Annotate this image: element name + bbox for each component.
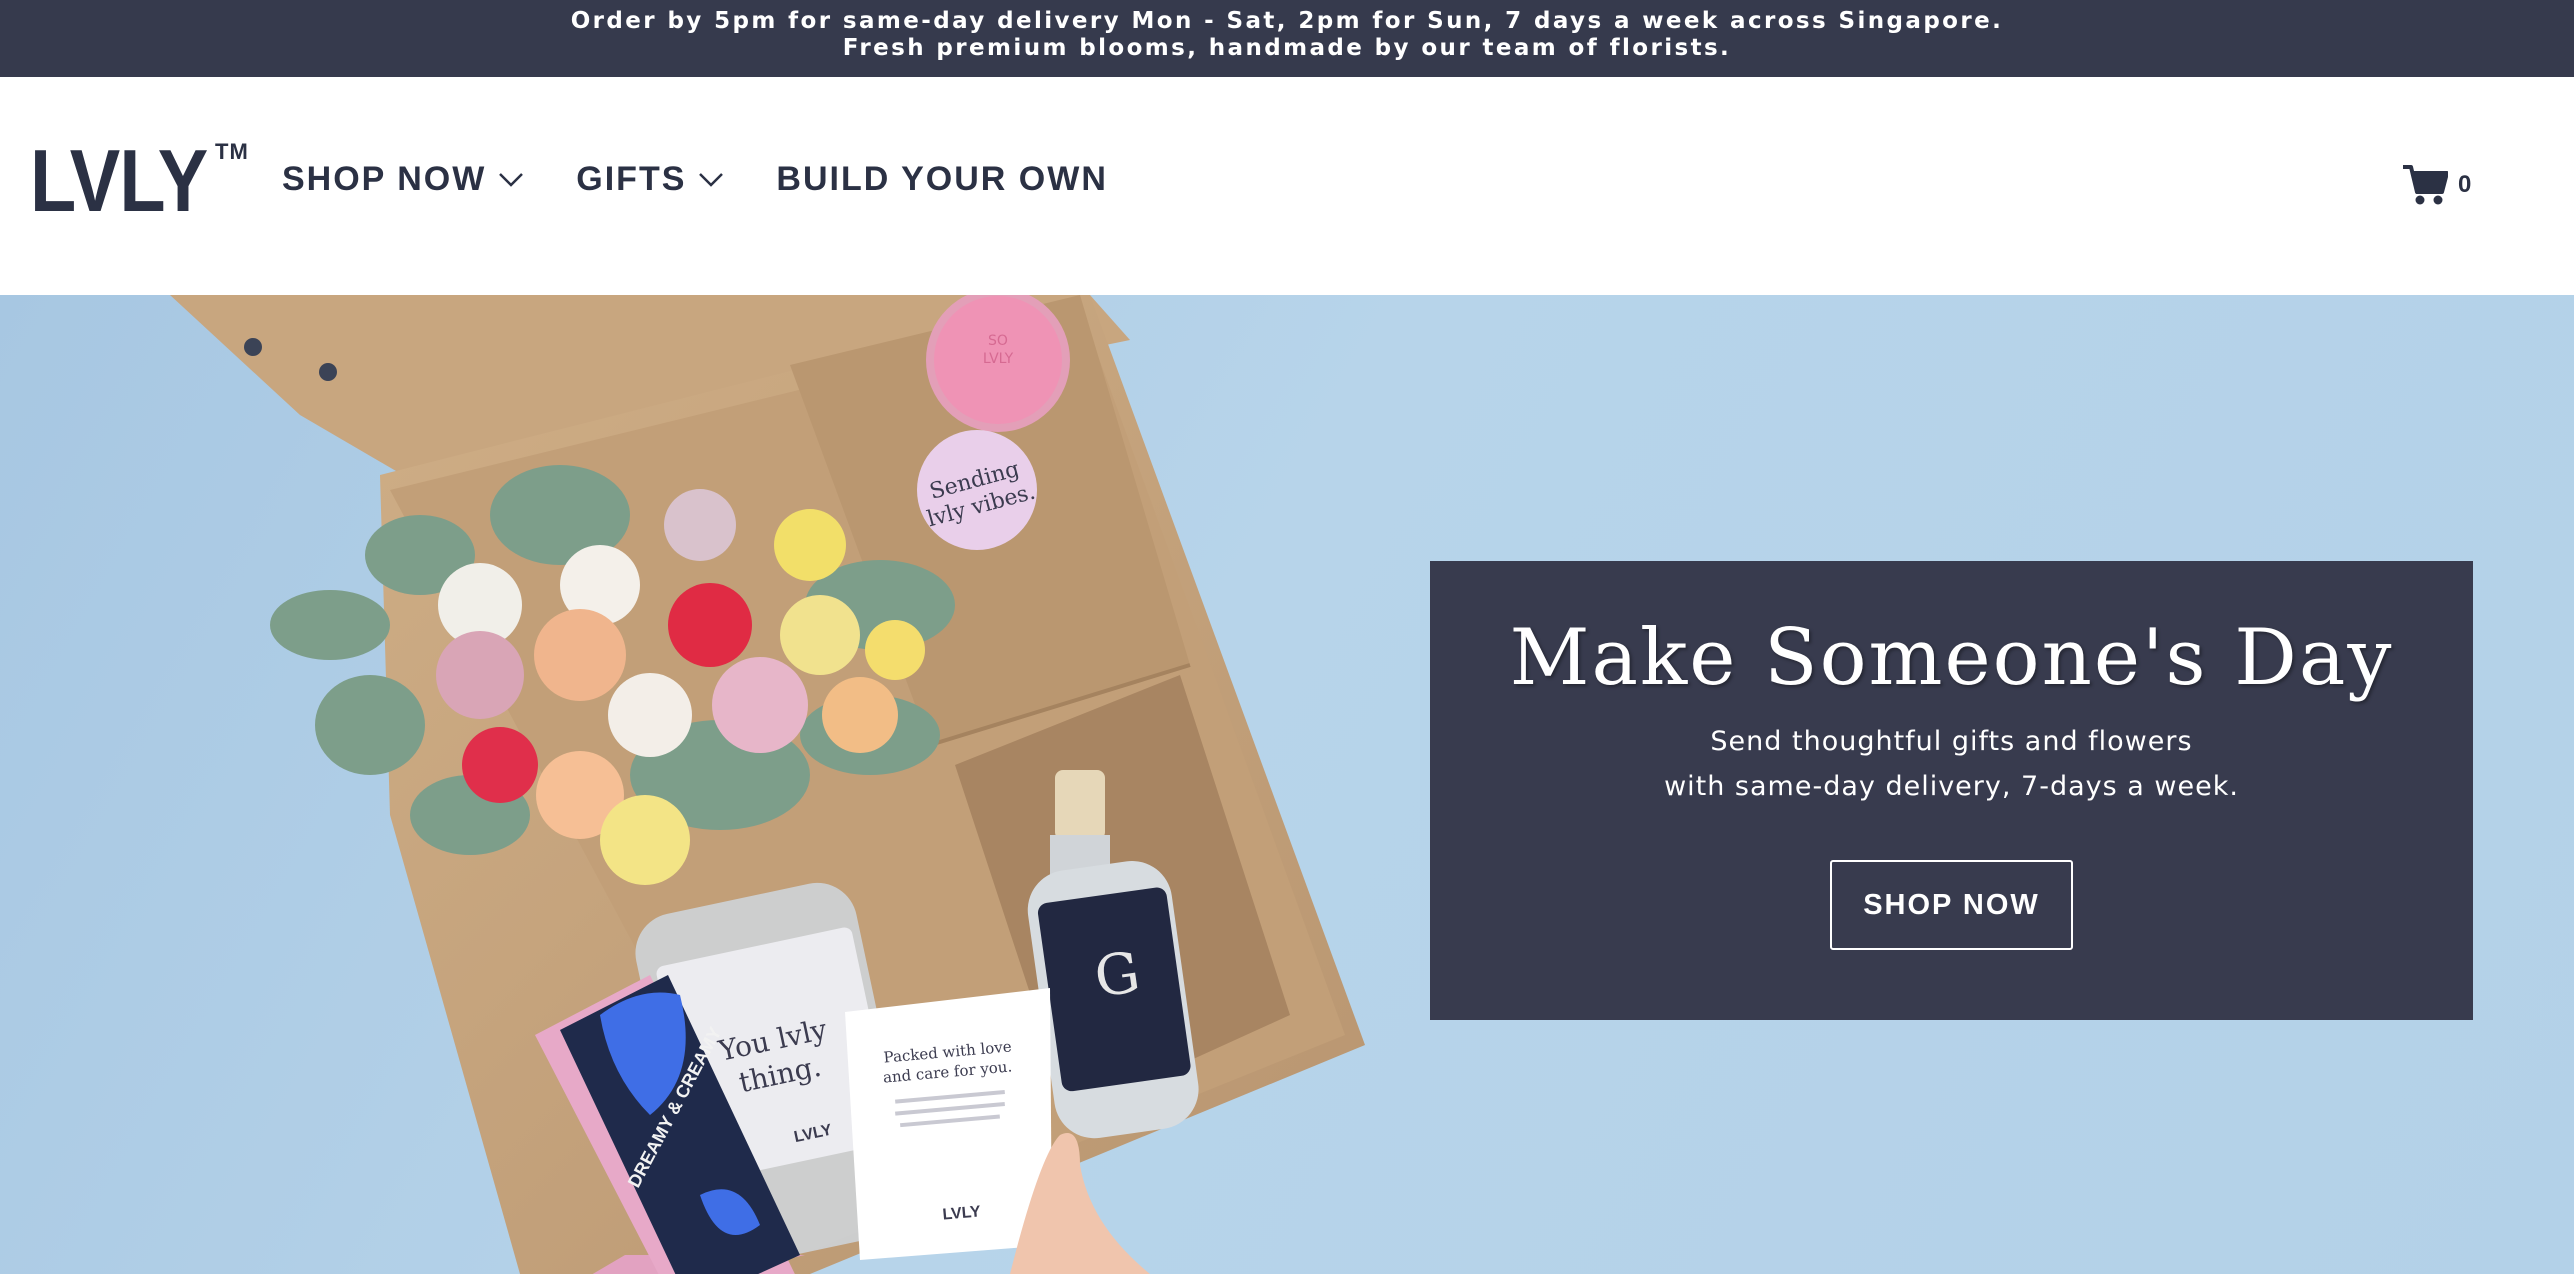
cart-button[interactable]: 0 — [2402, 164, 2471, 206]
main-nav: SHOP NOW GIFTS BUILD YOUR OWN — [282, 160, 1160, 199]
announcement-line-2: Fresh premium blooms, handmade by our te… — [842, 35, 1732, 61]
site-header: LVLY TM SHOP NOW GIFTS BUILD YOUR OWN 0 — [0, 77, 2574, 295]
cookie-text-line1: SO — [988, 333, 1008, 349]
nav-gifts-label: GIFTS — [576, 160, 687, 198]
promo-subtitle: Send thoughtful gifts and flowers with s… — [1430, 719, 2473, 809]
logo-text: LVLY — [30, 131, 208, 230]
chevron-down-icon — [699, 172, 724, 187]
announcement-bar: Order by 5pm for same-day delivery Mon -… — [0, 0, 2574, 77]
promo-subtitle-line-1: Send thoughtful gifts and flowers — [1710, 726, 2193, 757]
promo-title: Make Someone's Day — [1509, 613, 2394, 703]
nav-shop-now-label: SHOP NOW — [282, 160, 487, 198]
shop-now-button[interactable]: SHOP NOW — [1830, 860, 2073, 950]
cookie-text-line2: LVLY — [983, 351, 1014, 367]
announcement-line-1: Order by 5pm for same-day delivery Mon -… — [570, 8, 2004, 34]
card-logo: LVLY — [942, 1203, 982, 1223]
logo[interactable]: LVLY TM — [30, 131, 248, 230]
nav-build-your-own-label: BUILD YOUR OWN — [776, 160, 1108, 198]
chevron-down-icon — [499, 172, 524, 187]
nav-shop-now[interactable]: SHOP NOW — [282, 160, 524, 199]
cart-count: 0 — [2458, 171, 2472, 198]
nav-build-your-own[interactable]: BUILD YOUR OWN — [776, 160, 1107, 199]
promo-panel: Make Someone's Day Send thoughtful gifts… — [1430, 561, 2473, 1020]
hero-gift-box-image: SO LVLY Sending lvly vibes. You lvly thi… — [170, 295, 1365, 1274]
hero-banner: SO LVLY Sending lvly vibes. You lvly thi… — [0, 295, 2574, 1274]
logo-trademark: TM — [215, 139, 249, 164]
nav-gifts[interactable]: GIFTS — [576, 160, 724, 199]
promo-subtitle-line-2: with same-day delivery, 7-days a week. — [1664, 771, 2239, 802]
cart-icon — [2403, 165, 2448, 205]
bottle-letter: G — [1091, 940, 1144, 1011]
